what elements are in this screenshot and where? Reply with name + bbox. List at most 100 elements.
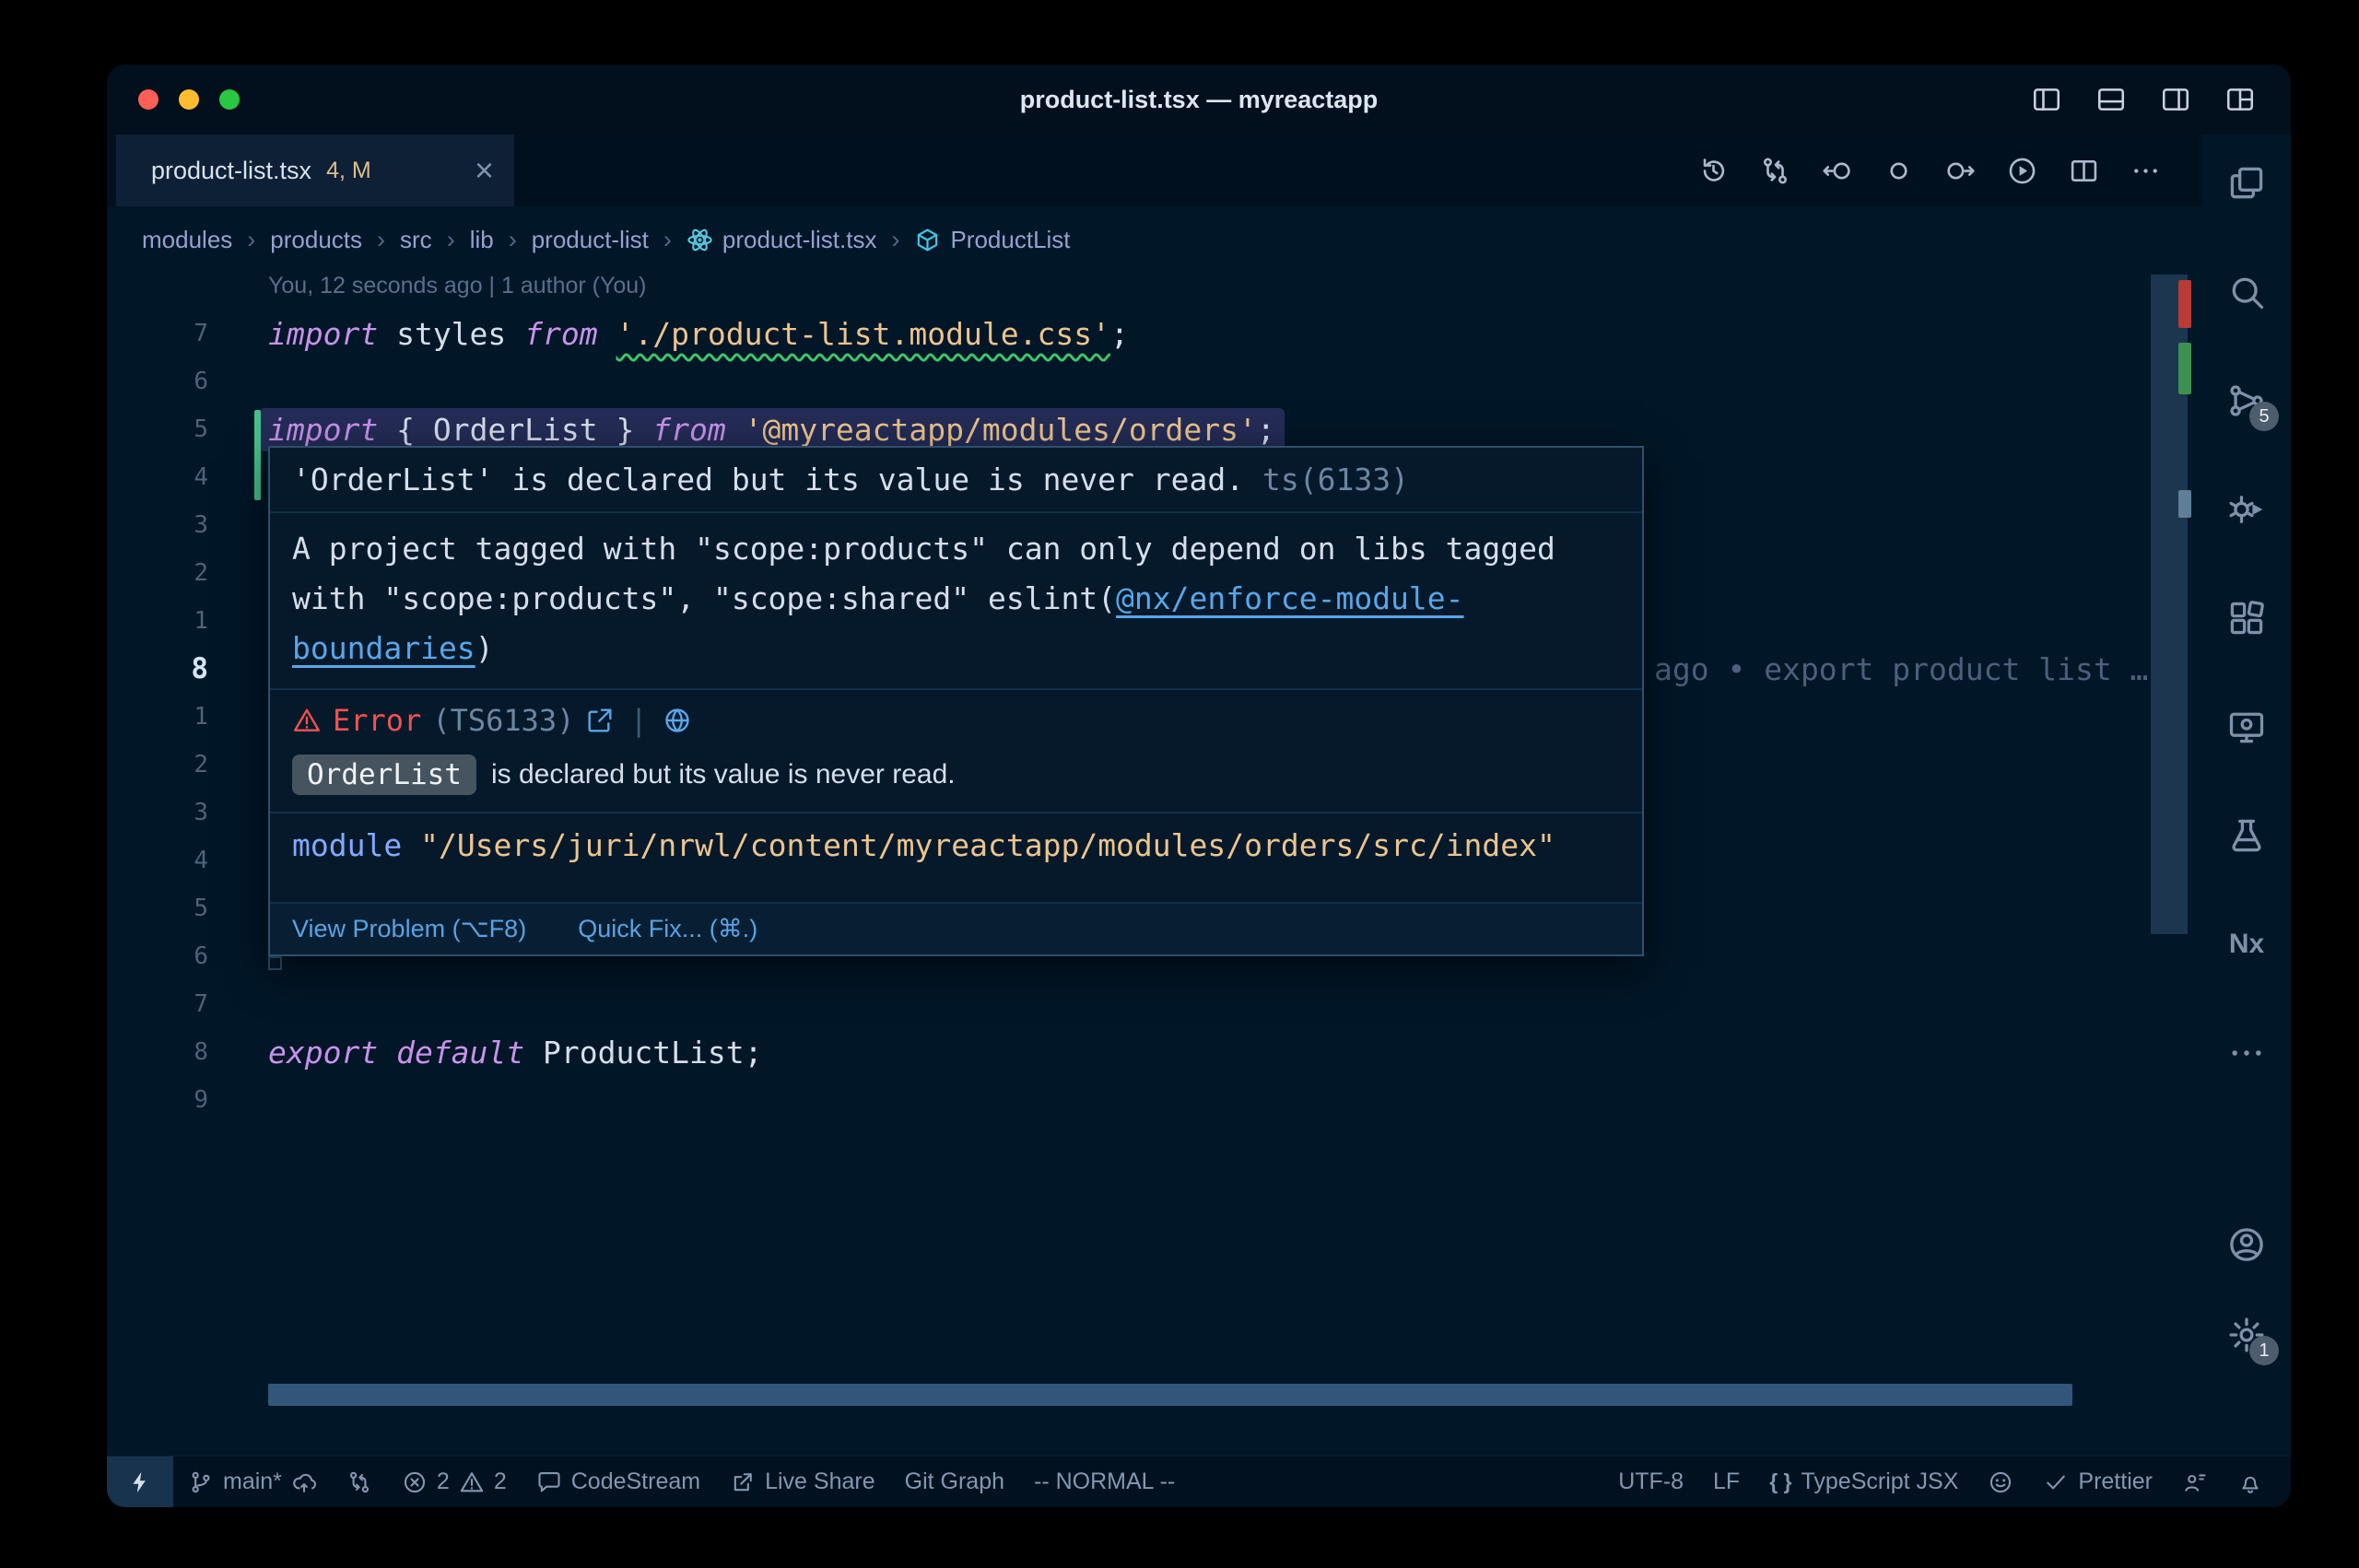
status-eol[interactable]: LF <box>1698 1457 1755 1507</box>
line-number[interactable]: 7 <box>107 990 208 1018</box>
run-file-button[interactable] <box>2006 155 2038 187</box>
status-feedback[interactable] <box>2167 1457 2223 1507</box>
line-number[interactable]: 8 <box>107 1038 208 1066</box>
status-label: main* <box>223 1469 282 1495</box>
line-number[interactable]: 2 <box>107 751 208 778</box>
activity-badge: 1 <box>2249 1336 2279 1365</box>
minimize-window-button[interactable] <box>179 89 199 110</box>
timeline-button[interactable] <box>1697 155 1730 187</box>
breadcrumb-item-products[interactable]: products <box>270 226 362 254</box>
eslint-line1: A project tagged with "scope:products" c… <box>292 524 1620 574</box>
status-encoding[interactable]: UTF-8 <box>1603 1457 1698 1507</box>
activitybar-search[interactable] <box>2225 271 2268 313</box>
toggle-panel[interactable] <box>2095 84 2127 115</box>
status-language-mode[interactable]: { }TypeScript JSX <box>1755 1457 1973 1507</box>
github-icon <box>1988 1469 2013 1495</box>
bell-icon <box>2237 1469 2263 1495</box>
breadcrumb-item-ProductList[interactable]: ProductList <box>914 226 1070 254</box>
horizontal-scrollbar-thumb[interactable] <box>268 1384 2072 1406</box>
tab-close-button[interactable]: × <box>475 154 494 187</box>
activitybar-extensions[interactable] <box>2225 597 2268 639</box>
activitybar-remote-explorer[interactable] <box>2225 706 2268 748</box>
nx-icon: Nx <box>2229 929 2264 960</box>
open-external-icon[interactable] <box>585 706 615 735</box>
activitybar-run-and-debug[interactable] <box>2225 488 2268 531</box>
line-number[interactable]: 6 <box>107 368 208 395</box>
status-vim-mode[interactable]: -- NORMAL -- <box>1019 1457 1190 1507</box>
breadcrumb-item-src[interactable]: src <box>400 226 432 254</box>
change-dot-button[interactable] <box>1883 155 1915 187</box>
error-circle-icon <box>402 1469 428 1495</box>
line-number[interactable]: 6 <box>107 942 208 970</box>
status-notifications[interactable] <box>2223 1457 2278 1507</box>
customize-layout[interactable] <box>2224 84 2256 115</box>
line-number[interactable]: 8 <box>107 652 208 685</box>
toggle-sidebar[interactable] <box>2031 84 2062 115</box>
activitybar-nx-console[interactable]: Nx <box>2225 923 2268 965</box>
status-codestream[interactable]: CodeStream <box>522 1457 715 1507</box>
eslint-rule-link-2[interactable]: boundaries <box>292 630 475 666</box>
toggle-secondary-sidebar[interactable] <box>2160 84 2191 115</box>
line-number[interactable]: 5 <box>107 895 208 922</box>
quick-fix-button[interactable]: Quick Fix... (⌘.) <box>578 915 757 943</box>
editor-pane[interactable]: You, 12 seconds ago | 1 author (You) 7 imp… <box>107 273 2202 1456</box>
line-number[interactable]: 4 <box>107 463 208 491</box>
zoom-window-button[interactable] <box>219 89 240 110</box>
status-prettier[interactable]: Prettier <box>2028 1457 2167 1507</box>
gitlens-blame-annotation[interactable]: You, 12 seconds ago | 1 author (You) <box>268 273 647 299</box>
line-number[interactable]: 7 <box>107 320 208 347</box>
line-number[interactable]: 1 <box>107 703 208 731</box>
cube-icon <box>914 227 941 253</box>
status-git-branch[interactable]: main* <box>173 1457 332 1507</box>
status-git-graph[interactable]: Git Graph <box>890 1457 1019 1507</box>
eslint-rule-link[interactable]: @nx/enforce-module- <box>1116 580 1464 616</box>
tab-product-list[interactable]: product-list.tsx 4, M × <box>116 135 514 206</box>
status-github[interactable] <box>1973 1457 2028 1507</box>
cloud-upload-icon <box>291 1469 317 1495</box>
activitybar-testing[interactable] <box>2225 814 2268 857</box>
line-number[interactable]: 3 <box>107 511 208 539</box>
line-number[interactable]: 3 <box>107 799 208 826</box>
next-change-button[interactable] <box>1944 155 1977 187</box>
previous-change-button[interactable] <box>1821 155 1853 187</box>
globe-icon[interactable] <box>663 706 692 735</box>
activitybar-explorer[interactable] <box>2225 162 2268 205</box>
code-token: ProductList <box>543 1035 745 1071</box>
open-changes-button[interactable] <box>1759 155 1791 187</box>
layout-sidebar-right-icon <box>2160 84 2191 115</box>
breadcrumb-item-modules[interactable]: modules <box>142 226 232 254</box>
hover-resize-handle[interactable] <box>268 956 282 970</box>
activitybar-manage[interactable]: 1 <box>2225 1314 2268 1356</box>
status-compare-changes[interactable] <box>332 1457 387 1507</box>
breadcrumb-item-lib[interactable]: lib <box>470 226 494 254</box>
line-number[interactable]: 5 <box>107 415 208 443</box>
view-problem-button[interactable]: View Problem (⌥F8) <box>292 915 526 943</box>
status-label: Prettier <box>2078 1469 2153 1495</box>
status-label: Git Graph <box>905 1469 1004 1495</box>
run-icon <box>2006 155 2038 187</box>
hover-module-row: module "/Users/juri/nrwl/content/myreact… <box>270 812 1642 877</box>
status-live-share[interactable]: Live Share <box>715 1457 890 1507</box>
line-number[interactable]: 9 <box>107 1086 208 1114</box>
line-number[interactable]: 2 <box>107 559 208 587</box>
warning-triangle-icon <box>292 706 322 735</box>
status-label: UTF-8 <box>1618 1469 1684 1495</box>
activitybar-source-control[interactable]: 5 <box>2225 380 2268 422</box>
highlighted-code: import { OrderList } from '@myreactapp/m… <box>259 408 1285 451</box>
line-number[interactable]: 1 <box>107 607 208 635</box>
code-line[interactable]: export default ProductList; <box>268 1035 762 1071</box>
line-number[interactable]: 4 <box>107 847 208 874</box>
code-line[interactable]: import { OrderList } from '@myreactapp/m… <box>268 412 1285 448</box>
status-problems[interactable]: 22 <box>387 1457 522 1507</box>
activitybar-accounts[interactable] <box>2225 1223 2268 1266</box>
close-window-button[interactable] <box>138 89 158 110</box>
code-line[interactable]: import styles from './product-list.modul… <box>268 316 1129 352</box>
eslint-line2: with "scope:products", "scope:shared" es… <box>292 574 1620 624</box>
error-label: Error <box>333 703 421 738</box>
activitybar-additional-views[interactable] <box>2225 1032 2268 1074</box>
status-remote[interactable] <box>107 1457 173 1507</box>
breadcrumb-item-product-list[interactable]: product-list <box>532 226 649 254</box>
breadcrumb-item-product-list.tsx[interactable]: product-list.tsx <box>687 226 877 254</box>
split-editor-button[interactable] <box>2068 155 2100 187</box>
more-actions-button[interactable] <box>2130 155 2162 187</box>
